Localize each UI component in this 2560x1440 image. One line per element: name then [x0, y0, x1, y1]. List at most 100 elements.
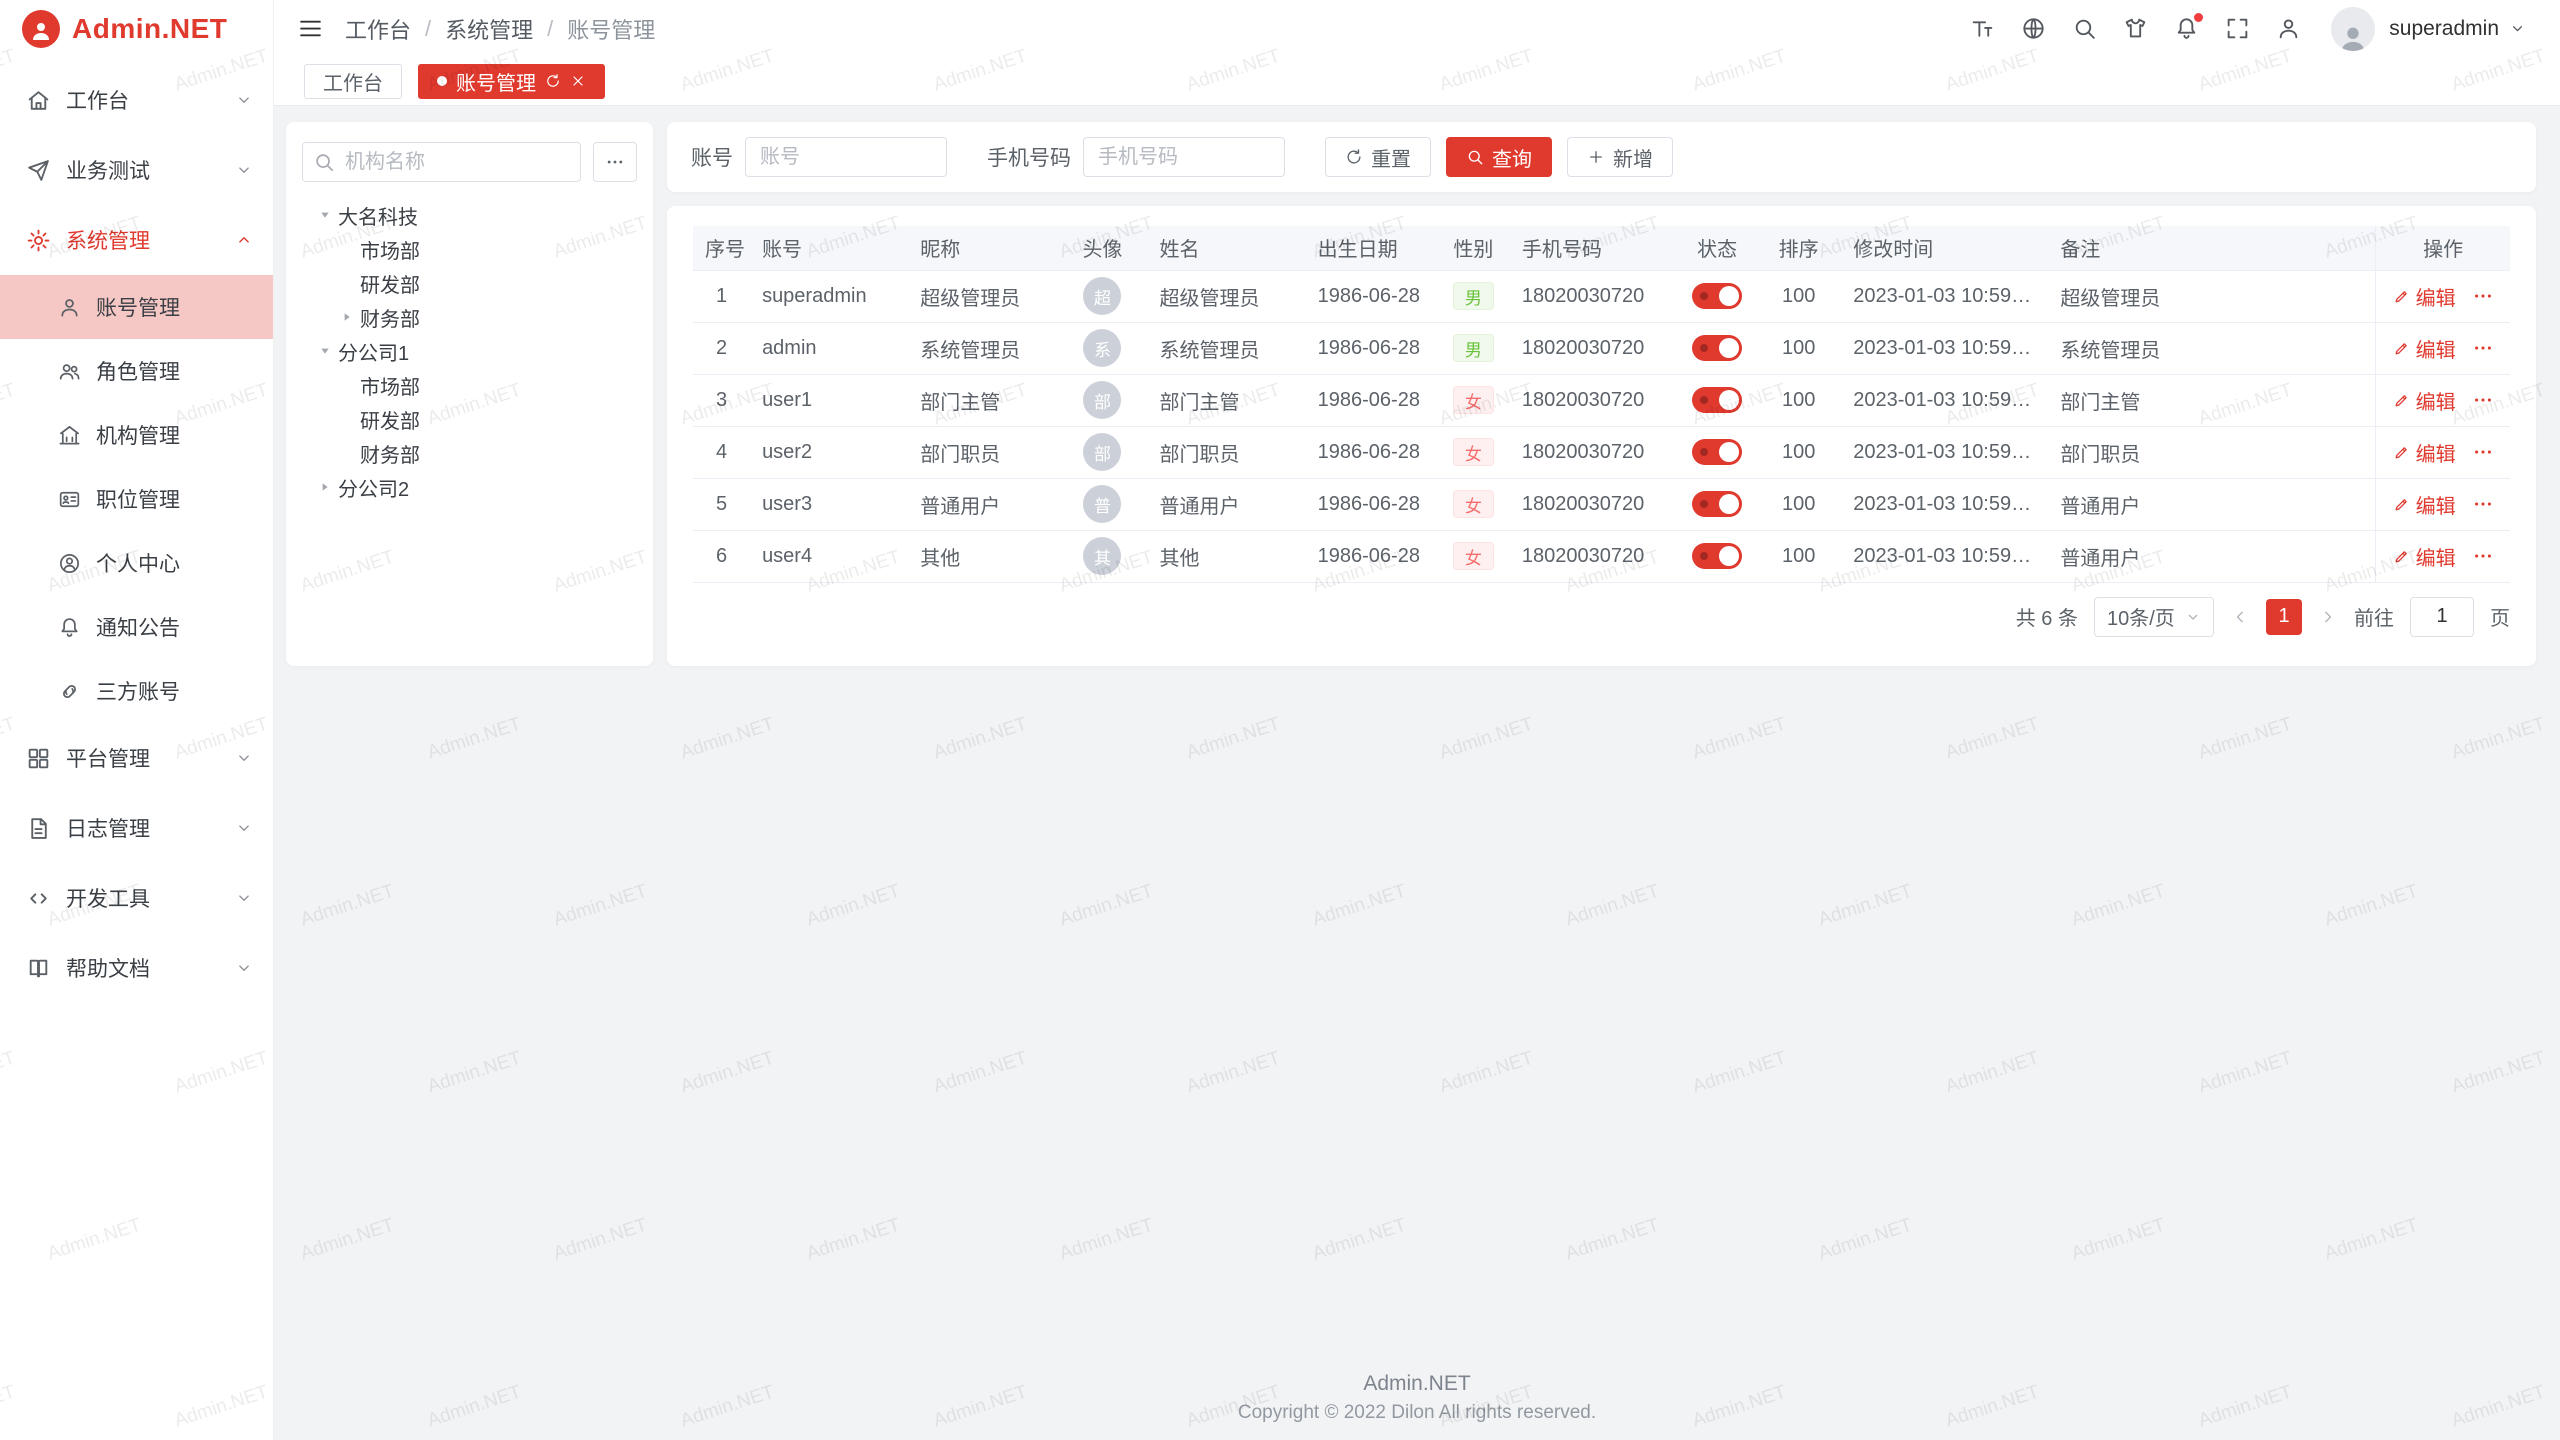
- sidebar-nav: 工作台业务测试系统管理账号管理角色管理机构管理职位管理个人中心通知公告三方账号平…: [0, 57, 273, 1440]
- sidebar-item-devtools[interactable]: 开发工具: [0, 863, 273, 933]
- sidebar-item-third-account[interactable]: 三方账号: [0, 659, 273, 723]
- goto-page-suffix: 页: [2490, 602, 2510, 631]
- tree-node[interactable]: 大名科技: [302, 198, 637, 232]
- sidebar-item-workbench[interactable]: 工作台: [0, 65, 273, 135]
- sidebar-item-personal-center[interactable]: 个人中心: [0, 531, 273, 595]
- fullscreen-icon[interactable]: [2225, 16, 2250, 41]
- cell-remark: 普通用户: [2048, 478, 2375, 530]
- tab-close-icon[interactable]: [570, 73, 586, 89]
- cell-name: 部门主管: [1147, 374, 1305, 426]
- grid-icon: [26, 746, 51, 771]
- user-menu-chevron-icon[interactable]: [2509, 20, 2526, 37]
- status-toggle[interactable]: [1692, 335, 1742, 361]
- sidebar-item-help-docs[interactable]: 帮助文档: [0, 933, 273, 1003]
- cell-no: 3: [693, 374, 750, 426]
- edit-button[interactable]: 编辑: [2393, 282, 2456, 311]
- edit-icon: [2393, 496, 2410, 513]
- sidebar-item-org[interactable]: 机构管理: [0, 403, 273, 467]
- tree-node-label: 分公司1: [338, 337, 409, 366]
- breadcrumb-item[interactable]: 工作台: [345, 13, 411, 45]
- username[interactable]: superadmin: [2389, 17, 2499, 41]
- tab-label: 工作台: [323, 67, 383, 96]
- bell-icon: [58, 616, 81, 639]
- table-row: 5user3普通用户普普通用户1986-06-28女18020030720100…: [693, 478, 2510, 530]
- tree-node[interactable]: 分公司2: [302, 470, 637, 504]
- prev-page-button[interactable]: [2230, 607, 2250, 627]
- edit-button[interactable]: 编辑: [2393, 438, 2456, 467]
- account-filter-input[interactable]: [745, 137, 947, 177]
- tab-refresh-icon[interactable]: [545, 73, 561, 89]
- profile-icon[interactable]: [2276, 16, 2301, 41]
- tree-node[interactable]: 市场部: [302, 368, 637, 402]
- menu-search-icon[interactable]: [2072, 16, 2097, 41]
- edit-button[interactable]: 编辑: [2393, 334, 2456, 363]
- sidebar-item-label: 角色管理: [96, 356, 253, 386]
- sidebar-item-system[interactable]: 系统管理: [0, 205, 273, 275]
- more-actions-icon[interactable]: [2472, 389, 2494, 411]
- reset-button[interactable]: 重置: [1325, 137, 1431, 177]
- sidebar-item-account[interactable]: 账号管理: [0, 275, 273, 339]
- tab-1[interactable]: 账号管理: [418, 64, 605, 99]
- cell-sort: 100: [1756, 426, 1841, 478]
- menu-collapse-icon[interactable]: [298, 16, 323, 41]
- goto-page-input[interactable]: [2410, 597, 2474, 637]
- caret-down-icon[interactable]: [312, 202, 338, 228]
- more-actions-icon[interactable]: [2472, 441, 2494, 463]
- status-toggle[interactable]: [1692, 491, 1742, 517]
- add-button[interactable]: 新增: [1567, 137, 1673, 177]
- sidebar-item-platform[interactable]: 平台管理: [0, 723, 273, 793]
- sidebar-item-label: 平台管理: [66, 743, 235, 773]
- avatar-user-icon: [2336, 22, 2370, 51]
- theme-config-icon[interactable]: [2123, 16, 2148, 41]
- current-page-button[interactable]: 1: [2266, 599, 2302, 635]
- language-icon[interactable]: [2021, 16, 2046, 41]
- tab-0[interactable]: 工作台: [304, 64, 402, 99]
- breadcrumb-item[interactable]: 账号管理: [567, 13, 655, 45]
- cell-account: user1: [750, 374, 908, 426]
- caret-right-icon[interactable]: [312, 474, 338, 500]
- sidebar-item-position[interactable]: 职位管理: [0, 467, 273, 531]
- filter-actions: 重置 查询 新增: [1325, 137, 1673, 177]
- tree-node[interactable]: 市场部: [302, 232, 637, 266]
- page-size-select[interactable]: 10条/页: [2094, 597, 2214, 637]
- chevron-down-icon: [235, 91, 253, 109]
- notification-bell-icon[interactable]: [2174, 16, 2199, 41]
- cell-avatar: 其: [1057, 530, 1147, 582]
- more-actions-icon[interactable]: [2472, 337, 2494, 359]
- caret-down-icon[interactable]: [312, 338, 338, 364]
- breadcrumb-separator: /: [425, 16, 431, 42]
- query-button[interactable]: 查询: [1446, 137, 1552, 177]
- phone-filter-input[interactable]: [1083, 137, 1285, 177]
- app-logo[interactable]: Admin.NET: [0, 0, 273, 57]
- status-toggle[interactable]: [1692, 283, 1742, 309]
- next-page-button[interactable]: [2318, 607, 2338, 627]
- more-dots-icon: [605, 152, 625, 172]
- tree-node[interactable]: 研发部: [302, 402, 637, 436]
- edit-button[interactable]: 编辑: [2393, 490, 2456, 519]
- status-toggle[interactable]: [1692, 387, 1742, 413]
- user-avatar[interactable]: [2331, 7, 2375, 51]
- tree-node[interactable]: 财务部: [302, 300, 637, 334]
- tree-node[interactable]: 研发部: [302, 266, 637, 300]
- sidebar-item-business-test[interactable]: 业务测试: [0, 135, 273, 205]
- sidebar-item-role[interactable]: 角色管理: [0, 339, 273, 403]
- caret-placeholder: [334, 440, 360, 466]
- tree-node[interactable]: 财务部: [302, 436, 637, 470]
- status-toggle[interactable]: [1692, 543, 1742, 569]
- edit-button[interactable]: 编辑: [2393, 386, 2456, 415]
- cell-sort: 100: [1756, 374, 1841, 426]
- more-actions-icon[interactable]: [2472, 285, 2494, 307]
- sidebar-item-logs[interactable]: 日志管理: [0, 793, 273, 863]
- edit-button[interactable]: 编辑: [2393, 542, 2456, 571]
- sidebar-item-notice[interactable]: 通知公告: [0, 595, 273, 659]
- tree-more-button[interactable]: [593, 142, 637, 182]
- org-search-input[interactable]: [302, 142, 581, 182]
- font-size-icon[interactable]: [1970, 16, 1995, 41]
- tree-node-label: 研发部: [360, 269, 420, 298]
- status-toggle[interactable]: [1692, 439, 1742, 465]
- breadcrumb-item[interactable]: 系统管理: [445, 13, 533, 45]
- more-actions-icon[interactable]: [2472, 545, 2494, 567]
- tree-node[interactable]: 分公司1: [302, 334, 637, 368]
- caret-right-icon[interactable]: [334, 304, 360, 330]
- more-actions-icon[interactable]: [2472, 493, 2494, 515]
